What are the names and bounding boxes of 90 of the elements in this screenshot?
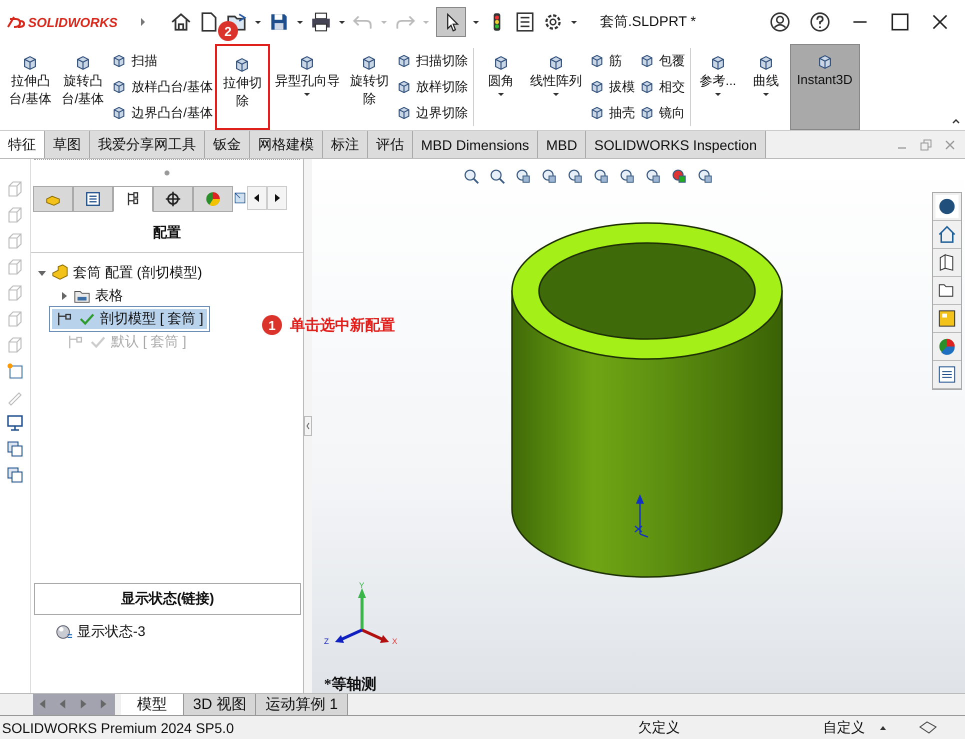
ribbon-button[interactable]: 圆角 xyxy=(476,44,525,130)
crosshair-icon xyxy=(164,190,182,208)
tab[interactable]: 特征 xyxy=(0,131,45,158)
caret-icon[interactable] xyxy=(303,90,312,98)
logo: SOLIDWORKS xyxy=(0,14,134,30)
ribbon-button[interactable]: 旋转凸 台/基体 xyxy=(56,44,110,130)
scroll-left-icon[interactable] xyxy=(247,186,267,210)
caret-icon[interactable] xyxy=(296,18,304,26)
scroll-right-icon[interactable] xyxy=(267,186,287,210)
print-icon[interactable] xyxy=(310,11,332,33)
caret-icon[interactable] xyxy=(762,90,770,98)
step-badge: 2 xyxy=(218,21,238,41)
ribbon-button[interactable]: 扫描 xyxy=(111,52,213,70)
tab[interactable]: 我爱分享网工具 xyxy=(90,131,205,158)
tab[interactable]: MBD xyxy=(538,131,586,158)
ribbon-button[interactable]: 线性阵列 xyxy=(524,44,587,130)
ribbon-button[interactable]: 曲线 xyxy=(742,44,790,130)
zoom-icon[interactable] xyxy=(462,167,480,185)
tab[interactable]: 模型 xyxy=(121,694,184,715)
panel-tab[interactable] xyxy=(113,186,153,212)
expand-icon[interactable] xyxy=(138,16,148,28)
caret-icon[interactable] xyxy=(338,18,346,26)
units-selector[interactable]: 自定义 xyxy=(823,718,878,736)
panel-title: 配置 xyxy=(31,212,303,253)
configuration-icon xyxy=(67,333,85,351)
tab[interactable]: 钣金 xyxy=(205,131,250,158)
caret-icon[interactable] xyxy=(714,90,722,98)
ribbon-button[interactable]: 包覆 xyxy=(638,52,685,70)
ribbon-button[interactable]: 拔模 xyxy=(588,78,635,96)
tab[interactable]: MBD Dimensions xyxy=(413,131,538,158)
callout-text: 单击选中新配置 xyxy=(290,316,395,334)
tab[interactable]: SOLIDWORKS Inspection xyxy=(586,131,766,158)
view-label: *等轴测 xyxy=(324,675,376,694)
user-icon[interactable] xyxy=(769,11,791,33)
list-icon[interactable] xyxy=(514,11,536,33)
tab[interactable]: 评估 xyxy=(368,131,413,158)
ribbon-button[interactable]: 放样切除 xyxy=(396,78,468,96)
panel-tab[interactable] xyxy=(73,186,113,212)
expand-toggle-icon[interactable] xyxy=(59,291,69,301)
ribbon-button[interactable]: 旋转切 除 xyxy=(344,44,394,130)
axis-label: Y xyxy=(359,582,364,590)
tab[interactable]: 3D 视图 xyxy=(184,694,256,715)
home-icon[interactable] xyxy=(170,11,192,33)
tab[interactable]: 网格建模 xyxy=(250,131,323,158)
tree-item[interactable]: 剖切模型 [ 套筒 ] xyxy=(49,306,210,332)
ribbon-button[interactable]: 参考... xyxy=(694,44,742,130)
ribbon-button[interactable]: 异型孔向导 xyxy=(270,44,345,130)
ribbon-button[interactable]: 扫描切除 xyxy=(396,52,468,70)
help-icon[interactable] xyxy=(809,11,831,33)
caret-icon[interactable] xyxy=(552,90,560,98)
tree-item[interactable]: 套筒 配置 (剖切模型) xyxy=(73,264,202,282)
tab[interactable]: 标注 xyxy=(323,131,368,158)
ribbon-button[interactable]: 抽壳 xyxy=(588,104,635,122)
axis-label: Z xyxy=(324,637,329,646)
collapse-handle-icon[interactable] xyxy=(304,416,312,436)
maximize-icon[interactable] xyxy=(889,11,911,33)
windows-icon[interactable] xyxy=(5,465,25,485)
configuration-icon xyxy=(56,310,74,328)
ribbon-button[interactable]: 边界切除 xyxy=(396,104,468,122)
logo-mark-icon xyxy=(6,15,26,29)
ribbon-button[interactable]: 拉伸切 除 xyxy=(214,44,270,130)
resize-handle-icon[interactable] xyxy=(164,170,170,176)
tree-item[interactable]: 表格 xyxy=(95,287,123,305)
zoom-area-icon[interactable] xyxy=(488,167,506,185)
ribbon-button[interactable]: 镜向 xyxy=(638,104,685,122)
pointer-icon[interactable] xyxy=(436,7,466,37)
status-text: SOLIDWORKS Premium 2024 SP5.0 xyxy=(1,720,235,736)
tree-item[interactable]: 显示状态-3 xyxy=(77,623,146,641)
ribbon-button[interactable]: 相交 xyxy=(638,78,685,96)
windows-icon[interactable] xyxy=(5,439,25,459)
tab[interactable]: 草图 xyxy=(45,131,90,158)
expand-toggle-icon[interactable] xyxy=(37,268,47,278)
section-header: 显示状态(链接) xyxy=(34,583,301,615)
status-text: 欠定义 xyxy=(638,718,681,736)
part-icon xyxy=(51,264,69,282)
caret-icon[interactable] xyxy=(472,18,480,26)
panel-tab[interactable] xyxy=(153,186,193,212)
caret-icon[interactable] xyxy=(254,18,262,26)
ribbon-button[interactable]: 拉伸凸 台/基体 xyxy=(4,44,57,130)
ribbon-button[interactable]: 筋 xyxy=(588,52,635,70)
caret-icon[interactable] xyxy=(496,90,505,98)
ribbon-button[interactable]: 放样凸台/基体 xyxy=(111,78,213,96)
ribbon-button[interactable]: 边界凸台/基体 xyxy=(111,104,213,122)
keyboard-icon[interactable] xyxy=(918,720,938,736)
window-title: 套筒.SLDPRT * xyxy=(600,13,697,31)
axis-label: X xyxy=(392,637,398,646)
ribbon-button[interactable]: Instant3D xyxy=(790,44,860,130)
caret-icon[interactable] xyxy=(570,18,578,26)
list-icon xyxy=(84,190,102,208)
tab[interactable]: 运动算例 1 xyxy=(256,694,348,715)
